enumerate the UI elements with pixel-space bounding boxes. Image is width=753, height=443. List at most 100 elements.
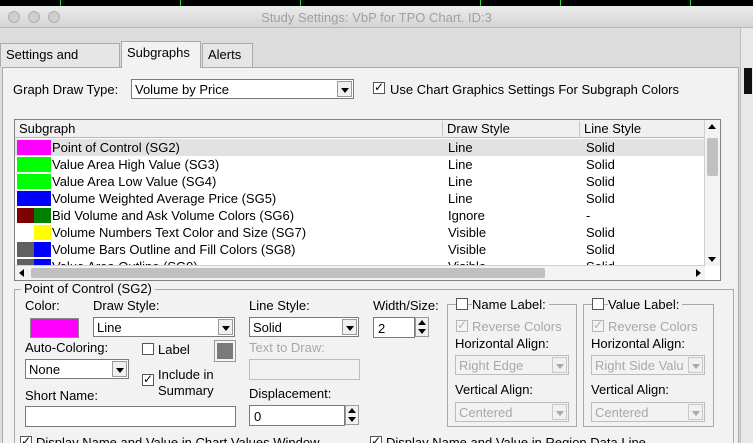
name-reverse-colors-checkbox[interactable] — [456, 318, 468, 332]
secondary-color-swatch — [34, 191, 51, 206]
list-row[interactable]: Bid Volume and Ask Volume Colors (SG6) Ig… — [15, 207, 705, 224]
chevron-down-icon — [688, 404, 703, 420]
value-vertical-align-value: Centered — [595, 405, 649, 420]
list-row[interactable]: Value Area High Value (SG3) Line Solid — [15, 156, 705, 173]
include-in-summary-line1: Include in — [158, 367, 214, 382]
tab-subgraphs[interactable]: Subgraphs — [121, 41, 201, 68]
subgraph-settings-title: Point of Control (SG2) — [21, 281, 155, 296]
value-reverse-colors-checkbox[interactable] — [592, 318, 604, 332]
include-in-summary-label: Include in Summary — [158, 367, 214, 399]
tab-label: Subgraphs — [127, 45, 190, 60]
list-row[interactable]: Value Area Low Value (SG4) Line Solid — [15, 173, 705, 190]
arrow-up-icon — [418, 320, 426, 325]
chevron-down-icon — [112, 361, 127, 377]
subgraph-name-cell: Volume Weighted Average Price (SG5) — [52, 191, 277, 206]
secondary-color-swatch — [34, 140, 51, 155]
short-name-input[interactable] — [25, 406, 236, 427]
arrow-down-icon — [348, 417, 356, 422]
tab-alerts[interactable]: Alerts — [202, 43, 253, 67]
graph-draw-type-select[interactable]: Volume by Price — [131, 79, 354, 99]
draw-style-cell: Line — [448, 157, 473, 172]
displacement-input[interactable]: 0 — [249, 405, 345, 426]
width-size-input[interactable]: 2 — [373, 317, 415, 338]
chart-values-window-label: Display Name and Value in Chart Values W… — [36, 435, 320, 443]
scroll-up-button[interactable] — [705, 120, 719, 134]
label-checkbox[interactable] — [142, 343, 154, 355]
study-settings-window: Study Settings: VbP for TPO Chart. ID:3 … — [0, 6, 753, 443]
chart-values-window-checkbox[interactable] — [20, 434, 32, 443]
primary-color-swatch — [17, 174, 34, 189]
displacement-stepper[interactable] — [345, 405, 359, 425]
name-horizontal-align-select[interactable]: Right Edge — [455, 355, 569, 375]
value-vertical-align-select[interactable]: Centered — [591, 402, 705, 422]
line-style-cell: Solid — [586, 174, 615, 189]
width-size-value: 2 — [378, 321, 386, 336]
arrow-right-icon — [696, 269, 701, 277]
scroll-left-button[interactable] — [15, 266, 29, 280]
label-checkbox-label: Label — [158, 342, 190, 357]
value-vertical-align-label: Vertical Align: — [591, 382, 670, 397]
side-scrollbar-thumb[interactable] — [744, 68, 752, 94]
text-to-draw-input[interactable] — [249, 359, 360, 380]
width-size-label: Width/Size: — [373, 298, 439, 313]
list-row[interactable]: Volume Weighted Average Price (SG5) Line S… — [15, 190, 705, 207]
side-scrollbar[interactable] — [740, 28, 753, 443]
draw-style-cell: Line — [448, 140, 473, 155]
text-to-draw-label: Text to Draw: — [249, 340, 325, 355]
line-style-select[interactable]: Solid — [249, 317, 359, 337]
color-swatch-button[interactable] — [30, 318, 79, 338]
primary-color-swatch — [17, 208, 34, 223]
list-horizontal-thumb[interactable] — [31, 268, 545, 278]
draw-style-cell: Line — [448, 191, 473, 206]
list-vertical-scrollbar[interactable] — [704, 120, 720, 266]
column-header-subgraph[interactable]: Subgraph — [15, 121, 443, 138]
chevron-down-icon — [552, 404, 567, 420]
secondary-color-swatch — [34, 225, 51, 240]
list-row[interactable]: Volume Bars Outline and Fill Colors (SG8… — [15, 241, 705, 258]
name-label-title: Name Label: — [472, 297, 549, 312]
list-header: Subgraph Draw Style Line Style — [15, 120, 705, 138]
name-horizontal-align-value: Right Edge — [459, 358, 524, 373]
draw-style-select[interactable]: Line — [93, 317, 235, 337]
include-in-summary-checkbox[interactable] — [142, 372, 154, 386]
width-size-stepper[interactable] — [415, 317, 429, 337]
subgraph-list[interactable]: Subgraph Draw Style Line Style Point of … — [14, 119, 721, 281]
auto-coloring-label: Auto-Coloring: — [25, 340, 109, 355]
chevron-down-icon — [337, 81, 352, 97]
include-in-summary-line2: Summary — [158, 383, 214, 398]
column-header-draw-style[interactable]: Draw Style — [443, 121, 580, 138]
list-row[interactable]: Volume Numbers Text Color and Size (SG7)… — [15, 224, 705, 241]
window-title: Study Settings: VbP for TPO Chart. ID:3 — [261, 10, 492, 25]
name-label-checkbox[interactable] — [456, 298, 468, 310]
name-vertical-align-label: Vertical Align: — [455, 382, 534, 397]
column-header-line-style[interactable]: Line Style — [580, 121, 705, 138]
value-reverse-colors-label: Reverse Colors — [608, 319, 698, 334]
list-vertical-thumb[interactable] — [707, 138, 718, 176]
value-label-title: Value Label: — [608, 297, 683, 312]
secondary-color-swatch — [34, 242, 51, 257]
scroll-down-button[interactable] — [705, 252, 719, 266]
value-horizontal-align-value: Right Side Valu — [595, 358, 684, 373]
use-chart-graphics-checkbox[interactable] — [373, 80, 385, 94]
subgraph-name-cell: Volume Numbers Text Color and Size (SG7) — [52, 225, 307, 240]
scroll-right-button[interactable] — [691, 266, 705, 280]
use-chart-graphics-label: Use Chart Graphics Settings For Subgraph… — [390, 82, 680, 97]
title-bar[interactable]: Study Settings: VbP for TPO Chart. ID:3 — [0, 6, 753, 28]
primary-color-swatch — [17, 225, 34, 240]
region-data-line-checkbox[interactable] — [370, 434, 382, 443]
label-color-button[interactable] — [214, 340, 236, 362]
name-vertical-align-select[interactable]: Centered — [455, 402, 569, 422]
draw-style-label: Draw Style: — [93, 298, 160, 313]
auto-coloring-select[interactable]: None — [25, 359, 129, 379]
chevron-down-icon — [552, 357, 567, 373]
list-horizontal-scrollbar[interactable] — [15, 265, 705, 280]
arrow-left-icon — [19, 269, 24, 277]
tab-label: Alerts — [208, 47, 242, 62]
value-horizontal-align-select[interactable]: Right Side Valu — [591, 355, 705, 375]
list-row[interactable]: Point of Control (SG2) Line Solid — [15, 139, 705, 156]
tab-settings-and-inputs[interactable]: Settings and Inputs — [0, 43, 120, 84]
name-vertical-align-value: Centered — [459, 405, 513, 420]
draw-style-value: Line — [97, 320, 122, 335]
name-horizontal-align-label: Horizontal Align: — [455, 336, 549, 351]
value-label-checkbox[interactable] — [592, 298, 604, 310]
